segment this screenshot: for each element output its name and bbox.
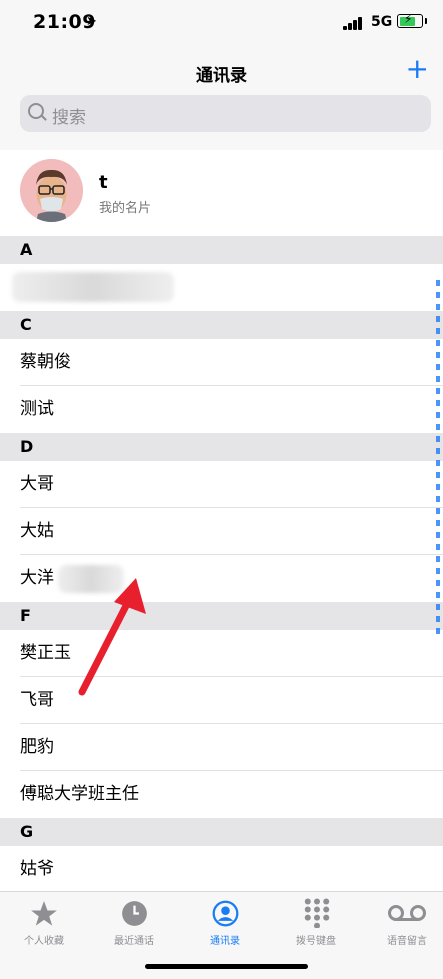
contact-row[interactable]: 肥豹 xyxy=(0,724,443,771)
voicemail-icon xyxy=(388,905,426,921)
tab-label: 拨号键盘 xyxy=(296,936,336,947)
status-bar: 21:09 ➤ 5G ⚡ xyxy=(0,0,443,46)
tab-label: 通讯录 xyxy=(210,936,240,947)
navigation-bar: 通讯录 + 搜索 xyxy=(0,46,443,151)
page-title: 通讯录 xyxy=(196,66,247,86)
contact-name: 蔡朝俊 xyxy=(20,352,71,372)
contact-row[interactable] xyxy=(0,264,443,311)
tab-recents[interactable]: 最近通话 xyxy=(90,892,178,952)
avatar xyxy=(20,159,83,222)
contact-row[interactable]: 测试 xyxy=(0,386,443,433)
annotation-arrow xyxy=(78,578,146,696)
search-input[interactable]: 搜索 xyxy=(20,95,431,132)
contact-name: 傅聪大学班主任 xyxy=(20,784,139,804)
contact-name: 飞哥 xyxy=(20,690,54,710)
tab-label: 最近通话 xyxy=(114,936,154,947)
section-header-c: C xyxy=(0,311,443,339)
contact-name: 大姑 xyxy=(20,521,54,541)
add-contact-button[interactable]: + xyxy=(406,54,429,84)
battery-icon: ⚡ xyxy=(397,12,423,28)
contact-list: A C 蔡朝俊 测试 D 大哥 大姑 大洋 F 樊正玉 飞哥 肥豹 傅聪大学班主… xyxy=(0,236,443,893)
contact-row[interactable]: 蔡朝俊 xyxy=(0,339,443,386)
tab-favorites[interactable]: 个人收藏 xyxy=(0,892,88,952)
contact-row[interactable]: 大洋 xyxy=(0,555,443,602)
tab-contacts[interactable]: 通讯录 xyxy=(181,892,269,952)
clock-icon xyxy=(122,901,147,926)
contact-row[interactable]: 姑爷 xyxy=(0,846,443,893)
tab-label: 语音留言 xyxy=(387,936,427,947)
tab-voicemail[interactable]: 语音留言 xyxy=(363,892,443,952)
cellular-signal-icon xyxy=(343,16,367,30)
location-arrow-icon: ➤ xyxy=(86,14,97,29)
home-indicator[interactable] xyxy=(145,964,308,969)
contact-row[interactable]: 大姑 xyxy=(0,508,443,555)
search-placeholder: 搜索 xyxy=(52,108,86,128)
keypad-icon xyxy=(304,898,330,928)
contact-row[interactable]: 樊正玉 xyxy=(0,630,443,677)
my-card-name: t xyxy=(99,172,108,193)
my-card[interactable]: t 我的名片 xyxy=(0,150,443,236)
battery-tip xyxy=(425,18,427,24)
contact-name: 樊正玉 xyxy=(20,643,71,663)
contact-name: 测试 xyxy=(20,399,54,419)
blurred-contact-name xyxy=(12,272,174,302)
section-header-g: G xyxy=(0,818,443,846)
contact-name: 姑爷 xyxy=(20,859,54,879)
contact-name: 大洋 xyxy=(20,568,54,588)
tab-label: 个人收藏 xyxy=(24,936,64,947)
contact-name: 大哥 xyxy=(20,474,54,494)
tab-keypad[interactable]: 拨号键盘 xyxy=(272,892,360,952)
alphabet-index[interactable] xyxy=(436,280,440,640)
person-circle-icon xyxy=(212,900,239,927)
my-card-subtitle: 我的名片 xyxy=(99,201,152,216)
contact-name: 肥豹 xyxy=(20,737,54,757)
section-header-f: F xyxy=(0,602,443,630)
contact-row[interactable]: 傅聪大学班主任 xyxy=(0,771,443,818)
contact-row[interactable]: 飞哥 xyxy=(0,677,443,724)
star-icon xyxy=(31,901,57,926)
network-type: 5G xyxy=(371,14,393,30)
section-header-d: D xyxy=(0,433,443,461)
search-icon xyxy=(28,103,44,119)
section-header-a: A xyxy=(0,236,443,264)
contact-row[interactable]: 大哥 xyxy=(0,461,443,508)
